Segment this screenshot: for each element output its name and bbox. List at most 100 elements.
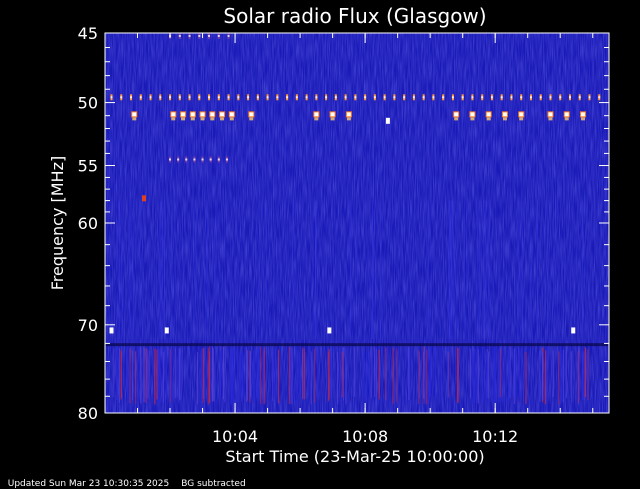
band-spike-core <box>471 96 474 99</box>
band-spike-core <box>193 158 196 161</box>
band-spike-core <box>461 96 464 99</box>
band-spike-core <box>549 96 552 99</box>
hot-blob-core <box>548 112 553 117</box>
band-spike-core <box>178 34 181 37</box>
band-spike-core <box>217 34 220 37</box>
hot-blob-tail <box>249 117 254 121</box>
y-tick-label: 60 <box>78 214 98 233</box>
hot-blob-tail <box>190 117 195 121</box>
band-spike-core <box>149 96 152 99</box>
hot-blob-tail <box>330 117 335 121</box>
hot-blob-core <box>200 112 205 117</box>
hot-blob-core <box>210 112 215 117</box>
y-axis-label: Frequency [MHz] <box>48 156 67 290</box>
hot-blob-tail <box>314 117 319 121</box>
hot-blob-core <box>132 112 137 117</box>
band-spike-core <box>510 96 513 99</box>
band-spike-core <box>276 96 279 99</box>
band-spike-core <box>217 96 220 99</box>
band-spike-core <box>305 96 308 99</box>
hot-blob-tail <box>580 117 585 121</box>
band-spike-core <box>208 96 211 99</box>
hot-blob-core <box>580 112 585 117</box>
hot-blob-tail <box>220 117 225 121</box>
bright-dot <box>142 195 147 202</box>
chart-title: Solar radio Flux (Glasgow) <box>223 4 486 28</box>
band-spike-core <box>159 96 162 99</box>
bright-dot <box>327 327 332 334</box>
band-spike-core <box>225 158 228 161</box>
band-spike-core <box>110 96 113 99</box>
hot-blob-core <box>229 112 234 117</box>
band-spike-core <box>208 34 211 37</box>
band-spike-core <box>539 96 542 99</box>
band-spike-core <box>188 34 191 37</box>
bright-dot <box>571 327 576 334</box>
hot-blob-tail <box>486 117 491 121</box>
broadband-edge <box>106 343 608 347</box>
hot-blob-core <box>564 112 569 117</box>
hot-blob-tail <box>200 117 205 121</box>
hot-blob-tail <box>519 117 524 121</box>
band-spike-core <box>185 158 188 161</box>
band-spike-core <box>209 158 212 161</box>
band-spike-core <box>422 96 425 99</box>
band-spike-core <box>256 96 259 99</box>
hot-blob-core <box>519 112 524 117</box>
bright-dot <box>109 327 114 334</box>
hot-blob-core <box>220 112 225 117</box>
band-spike-core <box>178 96 181 99</box>
hot-blob-core <box>190 112 195 117</box>
band-spike-core <box>383 96 386 99</box>
band-spike-core <box>490 96 493 99</box>
hot-blob-core <box>330 112 335 117</box>
band-spike-core <box>227 34 230 37</box>
band-spike-core <box>295 96 298 99</box>
band-spike-core <box>568 96 571 99</box>
hot-blob-tail <box>210 117 215 121</box>
hot-blob-tail <box>171 117 176 121</box>
band-spike-core <box>315 96 318 99</box>
hot-blob-core <box>346 112 351 117</box>
band-spike-core <box>354 96 357 99</box>
hot-blob-tail <box>454 117 459 121</box>
hot-blob-tail <box>346 117 351 121</box>
x-axis-label: Start Time (23-Mar-25 10:00:00) <box>225 447 484 466</box>
band-spike-core <box>177 158 180 161</box>
y-tick-label: 55 <box>78 157 98 176</box>
band-spike-core <box>432 96 435 99</box>
hot-blob-core <box>502 112 507 117</box>
status-updated: Updated Sun Mar 23 10:30:35 2025 <box>7 479 170 489</box>
band-spike-core <box>198 96 201 99</box>
band-spike-core <box>139 96 142 99</box>
band-spike-core <box>598 96 601 99</box>
band-spike-core <box>169 96 172 99</box>
band-spike-core <box>344 96 347 99</box>
band-spike-core <box>578 96 581 99</box>
hot-blob-tail <box>502 117 507 121</box>
status-bar: Updated Sun Mar 23 10:30:35 2025 BG subtr… <box>2 469 258 489</box>
band-spike-core <box>393 96 396 99</box>
hot-blob-core <box>249 112 254 117</box>
band-spike-core <box>451 96 454 99</box>
x-tick-label: 10:08 <box>342 427 388 446</box>
y-tick-label: 50 <box>78 94 98 113</box>
hot-blob-core <box>486 112 491 117</box>
band-spike-core <box>529 96 532 99</box>
band-spike-core <box>286 96 289 99</box>
y-tick-label: 70 <box>78 316 98 335</box>
band-spike-core <box>334 96 337 99</box>
band-spike-core <box>227 96 230 99</box>
band-spike-core <box>588 96 591 99</box>
bright-dot <box>164 327 169 334</box>
band-spike-core <box>266 96 269 99</box>
band-spike-core <box>364 96 367 99</box>
hot-blob-tail <box>564 117 569 121</box>
y-tick-label: 80 <box>78 404 98 423</box>
band-spike-core <box>412 96 415 99</box>
band-spike-core <box>130 96 133 99</box>
band-spike-core <box>559 96 562 99</box>
x-tick-label: 10:12 <box>472 427 518 446</box>
band-spike-core <box>198 34 201 37</box>
band-spike-core <box>237 96 240 99</box>
